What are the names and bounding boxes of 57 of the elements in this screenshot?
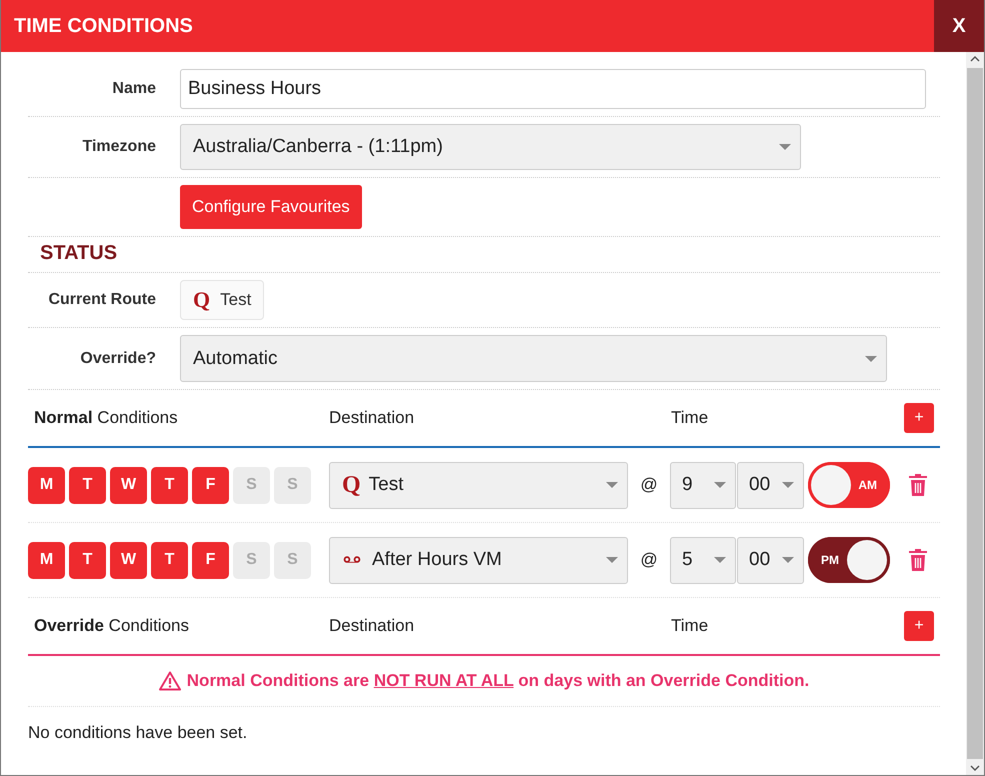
- minute-dropdown[interactable]: 00: [737, 536, 804, 584]
- caret-icon: [782, 557, 794, 563]
- day-toggle[interactable]: W: [110, 466, 147, 504]
- day-toggle[interactable]: T: [69, 466, 106, 504]
- field-label: Name: [111, 80, 156, 98]
- hour-dropdown[interactable]: 9: [670, 462, 736, 508]
- caret-icon: [606, 557, 618, 563]
- day-toggle[interactable]: F: [192, 542, 229, 578]
- delete-icon[interactable]: [908, 473, 928, 497]
- day-toggle[interactable]: T: [69, 542, 106, 578]
- am-pm-switch[interactable]: PM: [808, 537, 890, 583]
- column-header: Destination: [329, 616, 416, 636]
- minute-dropdown[interactable]: 00: [737, 462, 804, 508]
- am-pm-switch[interactable]: AM: [808, 462, 890, 508]
- caret-icon: [606, 482, 618, 488]
- caret-icon: [865, 356, 877, 362]
- delete-icon[interactable]: [908, 548, 928, 572]
- day-toggle[interactable]: F: [192, 466, 229, 504]
- section-heading: STATUS: [40, 242, 118, 265]
- route-chip: Q Test: [180, 280, 264, 320]
- hour-dropdown[interactable]: 5: [670, 536, 736, 584]
- scroll-up-icon[interactable]: [970, 56, 980, 62]
- destination-dropdown[interactable]: Q Test: [329, 462, 628, 508]
- timezone-dropdown[interactable]: Australia/Canberra - (1:11pm): [180, 124, 801, 170]
- window-title: TIME CONDITIONS: [13, 14, 193, 38]
- configure-favourites-button[interactable]: Configure Favourites: [180, 185, 362, 229]
- column-header: Normal Conditions: [34, 408, 179, 428]
- column-header: Override Conditions: [34, 616, 190, 636]
- day-toggle[interactable]: T: [151, 542, 188, 578]
- empty-message: No conditions have been set.: [28, 722, 248, 743]
- scrollbar[interactable]: [966, 52, 984, 775]
- field-label: Override?: [79, 350, 156, 368]
- field-label: Current Route: [47, 291, 156, 309]
- column-header: Time: [671, 408, 710, 428]
- warning-icon: [158, 671, 181, 691]
- day-toggle[interactable]: M: [28, 466, 65, 504]
- field-label: Timezone: [82, 138, 156, 156]
- caret-icon: [714, 482, 726, 488]
- add-button[interactable]: +: [904, 611, 934, 641]
- day-toggle[interactable]: T: [151, 466, 188, 504]
- caret-icon: [714, 557, 726, 563]
- caret-icon: [782, 482, 794, 488]
- destination-dropdown[interactable]: After Hours VM: [329, 536, 628, 584]
- scroll-down-icon[interactable]: [970, 765, 980, 771]
- warning-message: Normal Conditions are NOT RUN AT ALL on days with an Override Condition.: [186, 671, 810, 691]
- column-header: Time: [671, 616, 710, 636]
- override-dropdown[interactable]: Automatic: [180, 335, 887, 382]
- name-field[interactable]: Business Hours: [180, 69, 926, 109]
- day-toggle[interactable]: M: [28, 542, 65, 578]
- at-sign: @: [639, 475, 659, 495]
- caret-icon: [779, 144, 791, 150]
- day-toggle[interactable]: W: [110, 542, 147, 578]
- close-button[interactable]: X: [934, 0, 984, 52]
- voicemail-icon: [342, 555, 362, 565]
- column-header: Destination: [329, 408, 416, 428]
- add-button[interactable]: +: [904, 403, 934, 433]
- at-sign: @: [639, 550, 659, 570]
